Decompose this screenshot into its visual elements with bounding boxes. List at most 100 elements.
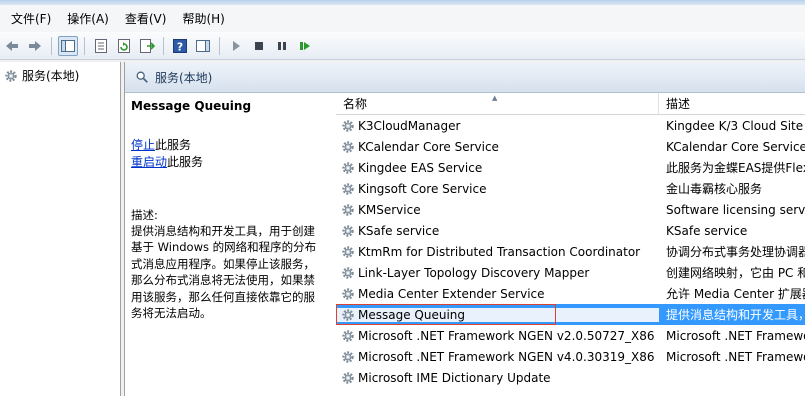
menu-action[interactable]: 操作(A) [59, 7, 117, 30]
service-name-cell: KCalendar Core Service [336, 140, 659, 154]
description-line: 基于 Windows 的网络和程序的分布 [131, 240, 317, 255]
service-gear-icon [342, 182, 354, 195]
column-header-name-label: 名称 [343, 97, 368, 111]
service-gear-icon [342, 224, 354, 237]
service-name: KSafe service [358, 223, 440, 238]
service-name: Kingsoft Core Service [358, 181, 487, 196]
service-name-cell: Microsoft IME Dictionary Update [336, 371, 659, 385]
service-gear-icon [342, 203, 354, 216]
refresh-icon[interactable] [114, 36, 134, 56]
toolbar-separator [51, 36, 52, 55]
service-name-cell: Message Queuing [336, 307, 659, 322]
service-description-cell: KSafe service [666, 223, 748, 238]
stop-action: 停止此服务 [131, 137, 330, 154]
service-name: Microsoft .NET Framework NGEN v4.0.30319… [358, 349, 655, 364]
menu-file[interactable]: 文件(F) [3, 7, 59, 30]
selected-service-name: Message Queuing [131, 99, 252, 113]
service-row[interactable]: Microsoft IME Dictionary Update [336, 367, 805, 388]
service-row[interactable]: Message Queuing 提供消息结构和开发工具， [336, 304, 805, 325]
service-row[interactable]: Link-Layer Topology Discovery Mapper 创建网络… [336, 262, 805, 283]
service-description-cell: 创建网络映射，它由 PC 和 [666, 266, 805, 280]
service-name-cell: Microsoft .NET Framework NGEN v4.0.30319… [336, 350, 659, 364]
service-row[interactable]: Kingsoft Core Service 金山毒霸核心服务 [336, 178, 805, 199]
service-name: Kingdee EAS Service [358, 160, 483, 175]
service-name: Message Queuing [358, 307, 466, 322]
column-header-name[interactable]: ▲ 名称 [336, 93, 659, 114]
list-header: ▲ 名称 描述 [336, 93, 805, 115]
restart-service-link[interactable]: 重启动 [131, 155, 167, 169]
service-row[interactable]: KSafe service KSafe service [336, 220, 805, 241]
toolbar-separator [84, 36, 85, 55]
restart-action-suffix: 此服务 [167, 155, 204, 169]
service-gear-icon [342, 245, 354, 258]
service-row[interactable]: Microsoft .NET Framework NGEN v2.0.50727… [336, 325, 805, 346]
service-description-cell: 提供消息结构和开发工具， [666, 308, 805, 322]
description-line: 式消息应用程序。如果停止该服务， [131, 256, 315, 271]
service-name-cell: Kingsoft Core Service [336, 182, 659, 196]
service-name: KCalendar Core Service [358, 139, 499, 154]
tree-item-label: 服务(本地) [22, 69, 80, 83]
menu-view[interactable]: 查看(V) [117, 7, 175, 30]
show-hide-action-pane-icon[interactable] [193, 36, 213, 56]
services-gear-icon [5, 69, 17, 82]
service-name-cell: Link-Layer Topology Discovery Mapper [336, 266, 659, 280]
service-name-cell: KtmRm for Distributed Transaction Coordi… [336, 245, 659, 259]
restart-action: 重启动此服务 [131, 154, 330, 171]
sort-ascending-icon: ▲ [492, 94, 498, 102]
stop-service-link[interactable]: 停止 [131, 138, 155, 152]
service-row[interactable]: KCalendar Core Service KCalendar Core Ser… [336, 136, 805, 157]
service-description-cell: KCalendar Core Service [666, 139, 805, 154]
properties-icon[interactable] [91, 36, 111, 56]
service-row[interactable]: Microsoft .NET Framework NGEN v4.0.30319… [336, 346, 805, 367]
service-gear-icon [342, 287, 354, 300]
service-description-cell: Microsoft .NET Framewo [666, 328, 805, 343]
description-label: 描述: [131, 208, 158, 222]
service-gear-icon [342, 329, 354, 342]
description-line: 那么分布式消息将无法使用，如果禁 [131, 273, 315, 288]
svg-text:?: ? [177, 40, 183, 53]
back-icon[interactable] [2, 36, 22, 56]
forward-icon[interactable] [25, 36, 45, 56]
service-name: KMService [358, 202, 421, 217]
service-description-cell: Software licensing servic [666, 202, 805, 217]
service-name-cell: Media Center Extender Service [336, 287, 659, 301]
column-header-description[interactable]: 描述 [659, 93, 805, 114]
service-description-cell: 此服务为金蝶EAS提供Flex [666, 161, 805, 175]
service-description-cell: Microsoft .NET Framewo [666, 349, 805, 364]
extended-detail-panel: Message Queuing 停止此服务 重启动此服务 描述: 提供消息结构和… [125, 93, 335, 396]
service-description-cell: 允许 Media Center 扩展器 [666, 287, 805, 301]
toolbar-separator [219, 36, 220, 55]
service-name: KtmRm for Distributed Transaction Coordi… [358, 244, 641, 259]
description-text: 提供消息结构和开发工具，用于创建 基于 Windows 的网络和程序的分布 式消… [131, 223, 330, 321]
menu-bar: 文件(F) 操作(A) 查看(V) 帮助(H) [0, 5, 805, 32]
service-row[interactable]: K3CloudManager Kingdee K/3 Cloud Site [336, 115, 805, 136]
pause-service-icon[interactable] [272, 36, 292, 56]
service-row[interactable]: Media Center Extender Service 允许 Media Ce… [336, 283, 805, 304]
service-gear-icon [342, 161, 354, 174]
tree-item-services-local[interactable]: 服务(本地) [0, 62, 120, 89]
start-service-icon[interactable] [226, 36, 246, 56]
restart-service-icon[interactable] [295, 36, 315, 56]
description-line: 务将无法启动。 [131, 306, 212, 321]
service-name: K3CloudManager [358, 118, 461, 133]
stop-service-icon[interactable] [249, 36, 269, 56]
help-icon[interactable]: ? [170, 36, 190, 56]
menu-help[interactable]: 帮助(H) [174, 7, 232, 30]
service-name-cell: K3CloudManager [336, 119, 659, 133]
main-pane-header: 服务(本地) [125, 62, 805, 93]
service-name: Microsoft .NET Framework NGEN v2.0.50727… [358, 328, 655, 343]
service-row[interactable]: KMService Software licensing servic [336, 199, 805, 220]
service-row[interactable]: KtmRm for Distributed Transaction Coordi… [336, 241, 805, 262]
description-line: 用该服务，那么任何直接依靠它的服 [131, 289, 315, 304]
description-line: 提供消息结构和开发工具，用于创建 [131, 224, 315, 238]
service-gear-icon [342, 119, 354, 132]
console-tree-icon[interactable] [58, 35, 78, 56]
search-icon [136, 71, 148, 83]
service-row[interactable]: Kingdee EAS Service 此服务为金蝶EAS提供Flex [336, 157, 805, 178]
service-description-cell: 协调分布式事务处理协调器 [666, 245, 805, 259]
service-description-cell: 金山毒霸核心服务 [666, 182, 763, 196]
export-list-icon[interactable] [137, 36, 157, 56]
service-description-cell: Kingdee K/3 Cloud Site [666, 118, 804, 133]
main-pane: 服务(本地) Message Queuing 停止此服务 重启动此服务 描述: … [124, 62, 805, 396]
service-gear-icon [342, 350, 354, 363]
